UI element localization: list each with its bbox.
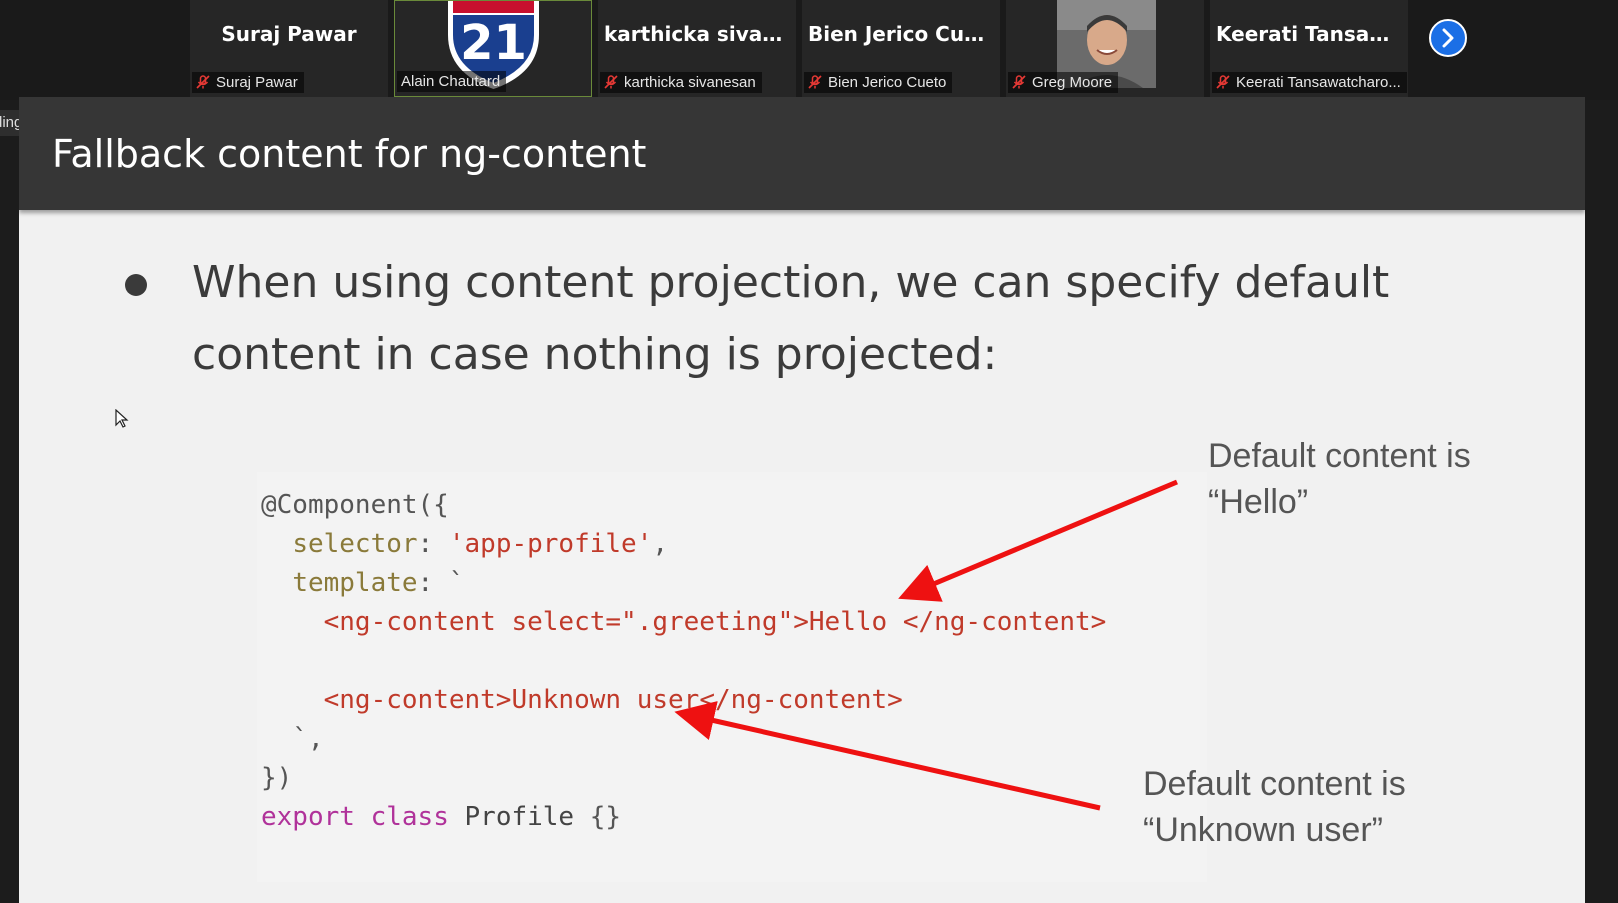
participant-strip: Suraj Pawar Suraj Pawar 21 Alain Chautar… — [0, 0, 1618, 100]
participant-name-label: Greg Moore — [1008, 72, 1119, 93]
participant-tile[interactable]: Suraj Pawar Suraj Pawar — [190, 0, 388, 97]
participant-display-name: Bien Jerico Cueto — [808, 22, 1000, 46]
participant-label-text: Alain Chautard — [401, 73, 501, 90]
mic-muted-icon — [604, 75, 618, 89]
mic-muted-icon — [1216, 75, 1230, 89]
participant-tile-active[interactable]: 21 Alain Chautard — [394, 0, 592, 97]
mic-muted-icon — [1012, 75, 1026, 89]
participant-label-text: Suraj Pawar — [216, 74, 298, 91]
participant-name-label: karthicka sivanesan — [600, 72, 762, 93]
participant-name-label: Keerati Tansawatcharo... — [1212, 72, 1407, 93]
participant-display-name: karthicka sivane... — [604, 22, 796, 46]
next-participants-button[interactable] — [1429, 19, 1467, 57]
mic-muted-icon — [808, 75, 822, 89]
shared-slide: Fallback content for ng-content When usi… — [19, 97, 1585, 903]
participant-name-label: Alain Chautard — [397, 71, 507, 92]
participant-name-label: Suraj Pawar — [192, 72, 304, 93]
shield-number: 21 — [460, 15, 527, 71]
participant-tile[interactable]: karthicka sivane... karthicka sivanesan — [598, 0, 796, 97]
arrow-to-unknown-user — [674, 701, 1101, 811]
participant-name-label: Bien Jerico Cueto — [804, 72, 953, 93]
annotation-arrows — [674, 479, 1178, 811]
participant-label-text: karthicka sivanesan — [624, 74, 756, 91]
arrow-to-hello — [898, 479, 1178, 602]
participant-label-text: Keerati Tansawatcharo... — [1236, 74, 1401, 91]
participant-display-name: Keerati Tansawa... — [1216, 22, 1408, 46]
chevron-right-icon — [1442, 28, 1454, 48]
participant-label-text: Bien Jerico Cueto — [828, 74, 947, 91]
mic-muted-icon — [196, 75, 210, 89]
participant-label-text: Greg Moore — [1032, 74, 1113, 91]
participant-tile[interactable]: Keerati Tansawa... Keerati Tansawatcharo… — [1210, 0, 1408, 97]
participant-display-name: Suraj Pawar — [221, 22, 357, 46]
participant-tile[interactable]: Greg Moore — [1006, 0, 1204, 97]
participant-tile[interactable]: Bien Jerico Cueto Bien Jerico Cueto — [802, 0, 1000, 97]
